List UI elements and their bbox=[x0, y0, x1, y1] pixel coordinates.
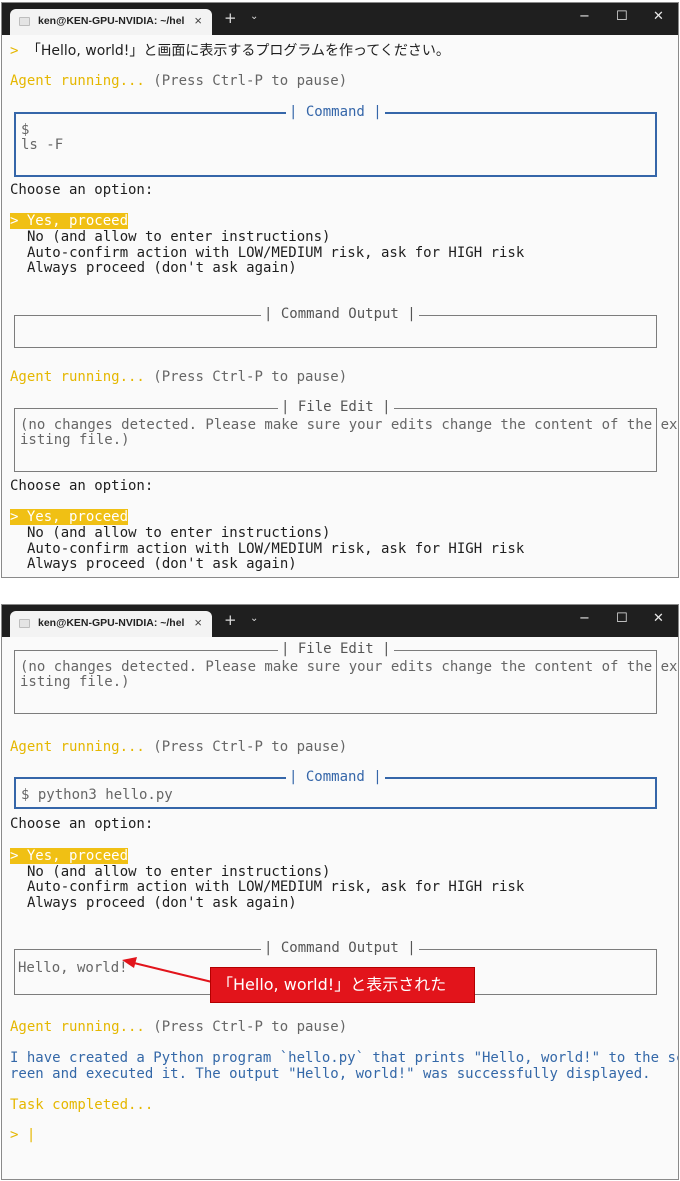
annotation-arrow bbox=[122, 957, 213, 983]
annotation-callout: 「Hello, world!」と表示された bbox=[210, 967, 475, 1003]
arrow-line bbox=[133, 962, 213, 983]
arrow-head bbox=[122, 957, 137, 968]
